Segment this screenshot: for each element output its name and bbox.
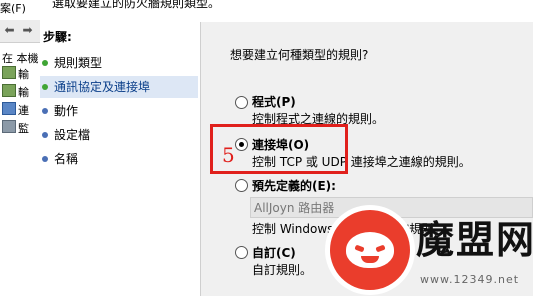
step-todo-bullet-icon [42,108,48,114]
site-watermark: 魔盟网 www.12349.net [330,210,533,296]
step-todo-bullet-icon [42,156,48,162]
step-label: 名稱 [54,152,79,166]
step-name[interactable]: 名稱 [40,148,198,170]
custom-radio[interactable] [235,246,248,259]
step-rule-type[interactable]: 規則類型 [40,52,198,74]
watermark-brand: 魔盟网 [416,218,533,262]
tree-item-connection[interactable]: 連 [0,102,40,117]
step-current-bullet-icon [42,84,48,90]
step-number-annotation: 5 [222,143,235,167]
step-protocol-and-ports[interactable]: 通訊協定及連接埠 [40,76,198,98]
predefined-radio[interactable] [235,179,248,192]
step-label: 通訊協定及連接埠 [54,80,151,94]
predefined-label[interactable]: 預先定義的(E): [252,177,336,194]
program-radio[interactable] [235,96,248,109]
step-label: 設定檔 [54,128,91,142]
custom-description: 自訂規則。 [252,263,313,277]
rule-type-question: 想要建立何種類型的規則? [230,48,369,62]
step-todo-bullet-icon [42,132,48,138]
forward-arrow-icon[interactable]: ➡ [20,23,35,38]
steps-title: 步驟: [43,30,72,44]
step-done-bullet-icon [42,60,48,66]
step-label: 動作 [54,104,79,118]
back-arrow-icon[interactable]: ⬅ [2,23,17,38]
file-menu[interactable]: 案(F) [0,0,26,16]
watermark-url: www.12349.net [420,273,520,286]
wizard-header: 選取要建立的防火牆規則類型。 [40,0,533,23]
devil-logo-icon [330,210,410,290]
steps-pane: 步驟: 規則類型 通訊協定及連接埠 動作 設定檔 名稱 [40,22,201,296]
step-action[interactable]: 動作 [40,100,198,122]
wizard-subtitle: 選取要建立的防火牆規則類型。 [52,0,221,10]
mmc-left-pane: 案(F) ⬅ ➡ 在 本機 輸 輸 連 監 [0,0,41,296]
custom-label[interactable]: 自訂(C) [252,244,296,261]
tree-item-monitoring[interactable]: 監 [0,120,40,135]
step-label: 規則類型 [54,56,103,70]
program-label[interactable]: 程式(P) [252,93,296,110]
inbound-rules-icon [2,66,16,79]
tree-item-inbound[interactable]: 輸 [0,66,40,81]
step-profile[interactable]: 設定檔 [40,124,198,146]
monitoring-icon [2,120,16,133]
connection-security-icon [2,102,16,115]
tree-item-outbound[interactable]: 輸 [0,84,40,99]
tree-root-label[interactable]: 在 本機 [2,50,39,66]
toolbar: ⬅ ➡ [0,20,40,43]
outbound-rules-icon [2,84,16,97]
